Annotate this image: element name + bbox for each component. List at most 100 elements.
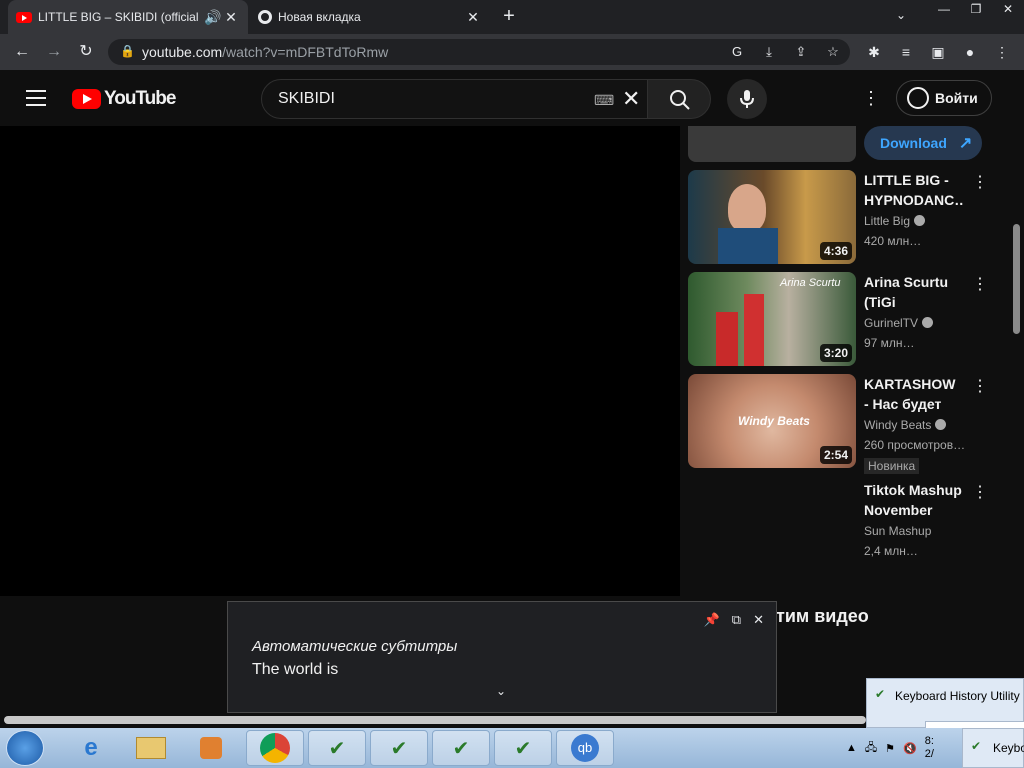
channel-label: Windy Beats — [864, 418, 932, 432]
khu-taskbar-icon[interactable]: ✔ — [432, 730, 490, 766]
caption-label: Автоматические субтитры — [252, 638, 458, 655]
url-text[interactable]: youtube.com/watch?v=mDFBTdToRmw — [142, 44, 388, 60]
lock-icon[interactable]: 🔒 — [120, 44, 135, 58]
clock-time: 8: — [924, 735, 934, 747]
video-thumbnail[interactable]: 4:36 — [688, 170, 856, 264]
volume-muted-icon[interactable]: 🔇 — [903, 742, 917, 755]
external-link-icon: ↗ — [958, 135, 973, 152]
flag-icon[interactable]: ⚑ — [885, 742, 895, 755]
tab-search-chevron-icon[interactable]: ⌄ — [896, 8, 906, 22]
more-options-icon[interactable]: ⋮ — [972, 376, 988, 396]
tray-expand-icon[interactable]: ▲ — [846, 742, 857, 754]
pin-icon[interactable]: 📌 — [704, 612, 720, 628]
video-meta: 420 млн… — [864, 234, 922, 248]
video-thumbnail[interactable]: Arina Scurtu 3:20 — [688, 272, 856, 366]
search-button[interactable] — [647, 79, 711, 119]
window-title: Keyboard History Utility — [895, 689, 1020, 703]
channel-name[interactable]: Sun Mashup — [864, 524, 931, 538]
video-title[interactable]: LITTLE BIG - HYPNODANC… — [864, 170, 964, 210]
list-item[interactable]: Tiktok Mashup November 💬… Sun Mashup 2,4… — [688, 480, 988, 576]
chevron-down-icon[interactable]: ⌄ — [496, 684, 506, 698]
extensions-icon[interactable]: ✱ — [864, 42, 884, 62]
close-caption-icon[interactable]: ✕ — [753, 612, 764, 628]
download-label: Download — [880, 135, 947, 151]
chrome-favicon-icon — [258, 10, 272, 24]
sign-in-button[interactable]: Войти — [896, 80, 992, 116]
file-explorer-icon[interactable] — [122, 730, 180, 766]
verified-icon — [914, 215, 926, 226]
more-options-icon[interactable]: ⋮ — [972, 172, 988, 192]
install-app-icon[interactable]: ⤓ — [760, 43, 778, 61]
new-badge: Новинка — [864, 458, 920, 474]
khu-notification[interactable]: ✔ Keybo — [962, 728, 1024, 768]
video-title[interactable]: Tiktok Mashup November 💬… — [864, 480, 964, 520]
channel-name[interactable]: Little Big — [864, 214, 926, 228]
video-thumbnail[interactable]: Windy Beats 2:54 — [688, 374, 856, 468]
clear-search-icon[interactable]: ✕ — [622, 86, 640, 112]
settings-dots-icon[interactable]: ⋮ — [862, 88, 880, 109]
video-title[interactable]: KARTASHOW - Нас будет трое — [864, 374, 964, 414]
clock[interactable]: 8: 2/ — [925, 735, 934, 761]
chrome-menu-icon[interactable]: ⋮ — [992, 42, 1012, 62]
more-options-icon[interactable]: ⋮ — [972, 482, 988, 502]
new-tab-button[interactable]: + — [498, 6, 520, 28]
duration-badge: 3:20 — [819, 344, 852, 362]
minimize-button[interactable]: — — [928, 0, 960, 18]
forward-button[interactable]: → — [44, 42, 64, 62]
vertical-scrollbar[interactable] — [1013, 224, 1020, 334]
channel-name[interactable]: Windy Beats — [864, 418, 947, 432]
voice-search-button[interactable] — [727, 79, 767, 119]
video-title[interactable]: Arina Scurtu (TiGi Academ… — [864, 272, 964, 312]
media-player-icon[interactable] — [182, 730, 240, 766]
khu-taskbar-icon[interactable]: ✔ — [494, 730, 552, 766]
google-translate-icon[interactable]: G — [728, 43, 746, 61]
network-icon[interactable]: 🖧 — [865, 739, 877, 758]
profile-icon[interactable]: ● — [960, 42, 980, 62]
list-item[interactable]: 4:36 LITTLE BIG - HYPNODANC… Little Big … — [688, 170, 988, 266]
close-tab-icon[interactable]: ✕ — [222, 9, 240, 26]
khu-taskbar-icon[interactable]: ✔ — [370, 730, 428, 766]
browser-toolbar: ← → ↻ 🔒 youtube.com/watch?v=mDFBTdToRmw … — [0, 34, 1024, 70]
side-panel-icon[interactable]: ▣ — [928, 42, 948, 62]
menu-hamburger-icon[interactable] — [26, 90, 46, 106]
restore-button[interactable]: ❐ — [960, 0, 992, 18]
audio-playing-icon[interactable]: 🔊 — [204, 9, 222, 26]
expand-icon[interactable]: ⧉ — [732, 612, 741, 628]
back-button[interactable]: ← — [12, 42, 32, 62]
khu-taskbar-icon[interactable]: ✔ — [308, 730, 366, 766]
download-button[interactable]: Download ↗ — [864, 126, 982, 160]
sign-in-label: Войти — [935, 90, 978, 106]
keyboard-history-window[interactable]: ✔ Keyboard History Utility — [866, 678, 1024, 729]
account-icon — [907, 87, 929, 109]
start-button[interactable] — [6, 730, 44, 766]
qbittorrent-icon[interactable]: qb — [556, 730, 614, 766]
youtube-favicon-icon — [16, 11, 32, 23]
tab-title: LITTLE BIG – SKIBIDI (official — [38, 10, 199, 24]
reload-button[interactable]: ↻ — [76, 42, 96, 62]
keyboard-icon[interactable]: ⌨ — [594, 92, 614, 109]
media-controls-icon[interactable]: ≡ — [896, 42, 916, 62]
horizontal-scrollbar[interactable] — [4, 716, 866, 724]
ad-placeholder — [688, 126, 856, 162]
youtube-logo[interactable]: YouTube — [72, 88, 176, 110]
video-player[interactable] — [0, 126, 680, 596]
tab-new[interactable]: Новая вкладка ✕ — [250, 0, 490, 34]
internet-explorer-icon[interactable]: e — [62, 730, 120, 766]
close-tab-icon[interactable]: ✕ — [464, 9, 482, 26]
channel-label: Sun Mashup — [864, 524, 932, 538]
list-item[interactable]: Windy Beats 2:54 KARTASHOW - Нас будет т… — [688, 374, 988, 474]
chrome-taskbar-icon[interactable] — [246, 730, 304, 766]
channel-name[interactable]: GurinelTV — [864, 316, 934, 330]
app-icon: ✔ — [875, 687, 886, 701]
list-item[interactable]: Arina Scurtu 3:20 Arina Scurtu (TiGi Aca… — [688, 272, 988, 368]
tab-youtube[interactable]: LITTLE BIG – SKIBIDI (official 🔊 ✕ — [8, 0, 248, 34]
windows-taskbar: e ✔ ✔ ✔ ✔ qb ▲ 🖧 ⚑ 🔇 8: 2/ — [0, 728, 1024, 768]
video-meta: 260 просмотров… — [864, 438, 966, 452]
bookmark-star-icon[interactable]: ☆ — [824, 43, 842, 61]
address-bar[interactable]: 🔒 youtube.com/watch?v=mDFBTdToRmw G ⤓ ⇪ … — [108, 39, 850, 65]
close-window-button[interactable]: ✕ — [992, 0, 1024, 18]
window-controls: — ❐ ✕ — [928, 0, 1024, 22]
more-options-icon[interactable]: ⋮ — [972, 274, 988, 294]
share-icon[interactable]: ⇪ — [792, 43, 810, 61]
search-input[interactable]: SKIBIDI ⌨ ✕ — [261, 79, 648, 119]
